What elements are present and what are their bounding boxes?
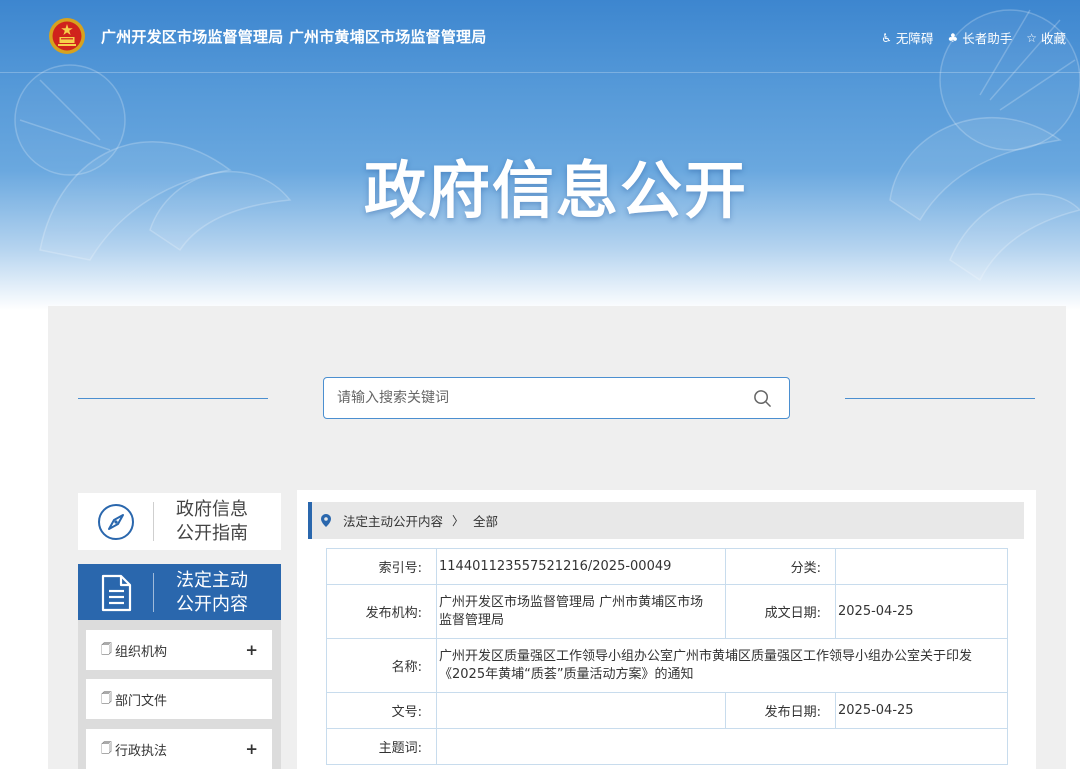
index-value: 114401123557521216/2025-00049 bbox=[436, 548, 726, 585]
accessibility-label: 无障碍 bbox=[895, 31, 934, 46]
page-banner: 广州开发区市场监督管理局 广州市黄埔区市场监督管理局 ♿ 无障碍 ♣ 长者助手 … bbox=[0, 0, 1080, 310]
sidebar-legal-card[interactable]: 法定主动 公开内容 bbox=[78, 564, 281, 621]
breadcrumb-current[interactable]: 全部 bbox=[473, 511, 498, 530]
sidebar-legal-label: 法定主动 公开内容 bbox=[154, 569, 248, 617]
table-row: 文号: 发布日期: 2025-04-25 bbox=[326, 692, 1008, 729]
title-label: 名称: bbox=[326, 638, 437, 693]
top-divider bbox=[0, 72, 1080, 73]
elderly-assistant-label: 长者助手 bbox=[962, 31, 1013, 46]
category-value bbox=[835, 548, 1008, 585]
publisher-label: 发布机构: bbox=[326, 584, 437, 639]
page-icon: 🗍 bbox=[101, 642, 112, 656]
table-row: 名称: 广州开发区质量强区工作领导小组办公室广州市黄埔区质量强区工作领导小组办公… bbox=[326, 638, 1008, 693]
top-bar: 广州开发区市场监督管理局 广州市黄埔区市场监督管理局 ♿ 无障碍 ♣ 长者助手 … bbox=[0, 0, 1080, 72]
doc-number-label: 文号: bbox=[326, 692, 437, 729]
title-value: 广州开发区质量强区工作领导小组办公室广州市黄埔区质量强区工作领导小组办公室关于印… bbox=[436, 638, 1008, 693]
publish-date-label: 发布日期: bbox=[725, 692, 836, 729]
sidebar-legal-label-line2: 公开内容 bbox=[176, 593, 248, 615]
top-links: ♿ 无障碍 ♣ 长者助手 ☆ 收藏 bbox=[881, 28, 1066, 47]
page-icon: 🗍 bbox=[101, 691, 112, 705]
search-divider-right bbox=[845, 398, 1035, 399]
category-label: 分类: bbox=[725, 548, 836, 585]
search-icon[interactable] bbox=[753, 389, 772, 408]
subject-label: 主题词: bbox=[326, 728, 437, 765]
site-name[interactable]: 广州开发区市场监督管理局 广州市黄埔区市场监督管理局 bbox=[101, 26, 486, 47]
expand-icon[interactable]: + bbox=[245, 740, 258, 758]
compass-icon bbox=[98, 503, 134, 540]
sidebar-guide-label: 政府信息 公开指南 bbox=[154, 498, 248, 546]
search-box bbox=[323, 377, 790, 419]
national-emblem-icon bbox=[49, 18, 85, 54]
table-row: 发布机构: 广州开发区市场监督管理局 广州市黄埔区市场监督管理局 成文日期: 2… bbox=[326, 584, 1008, 639]
document-icon bbox=[101, 574, 132, 611]
location-pin-icon bbox=[321, 514, 331, 527]
breadcrumb: 法定主动公开内容 〉 全部 bbox=[308, 502, 1024, 539]
elderly-assistant-link[interactable]: ♣ 长者助手 bbox=[947, 28, 1012, 47]
sidebar-item-enforcement[interactable]: 🗍 行政执法 + bbox=[86, 729, 272, 769]
elderly-assistant-icon: ♣ bbox=[947, 30, 959, 45]
sidebar-item-label: 组织机构 bbox=[115, 644, 168, 660]
publish-date-value: 2025-04-25 bbox=[835, 692, 1008, 729]
sidebar-legal-icon-wrap bbox=[78, 564, 154, 621]
sidebar-legal-label-line1: 法定主动 bbox=[176, 569, 248, 591]
sidebar-item-label: 行政执法 bbox=[115, 743, 168, 759]
doc-number-value bbox=[436, 692, 726, 729]
accessibility-link[interactable]: ♿ 无障碍 bbox=[881, 28, 933, 47]
search-divider-left bbox=[78, 398, 268, 399]
sidebar-guide-icon-wrap bbox=[78, 493, 154, 550]
accessibility-icon: ♿ bbox=[881, 30, 892, 45]
index-label: 索引号: bbox=[326, 548, 437, 585]
page-icon: 🗍 bbox=[101, 741, 112, 755]
table-row: 主题词: bbox=[326, 728, 1008, 765]
sidebar-guide-card[interactable]: 政府信息 公开指南 bbox=[78, 493, 281, 550]
bookmark-label: 收藏 bbox=[1040, 31, 1066, 46]
banner-title: 政府信息公开 bbox=[363, 154, 748, 227]
sidebar-item-dept-docs[interactable]: 🗍 部门文件 bbox=[86, 679, 272, 719]
sidebar-item-label: 部门文件 bbox=[115, 693, 168, 709]
subject-value bbox=[436, 728, 1008, 765]
sidebar-item-org[interactable]: 🗍 组织机构 + bbox=[86, 630, 272, 670]
chevron-right-icon: 〉 bbox=[452, 514, 465, 528]
created-date-value: 2025-04-25 bbox=[835, 584, 1008, 639]
table-row: 索引号: 114401123557521216/2025-00049 分类: bbox=[326, 548, 1008, 585]
document-meta-table: 索引号: 114401123557521216/2025-00049 分类: 发… bbox=[326, 548, 1008, 765]
bookmark-link[interactable]: ☆ 收藏 bbox=[1026, 28, 1066, 47]
star-icon: ☆ bbox=[1026, 30, 1037, 45]
breadcrumb-parent[interactable]: 法定主动公开内容 bbox=[343, 511, 443, 530]
expand-icon[interactable]: + bbox=[245, 641, 258, 659]
sidebar-guide-label-line1: 政府信息 bbox=[176, 498, 248, 520]
search-input[interactable] bbox=[337, 378, 737, 418]
publisher-value: 广州开发区市场监督管理局 广州市黄埔区市场监督管理局 bbox=[436, 584, 726, 639]
sidebar-guide-label-line2: 公开指南 bbox=[176, 522, 248, 544]
created-date-label: 成文日期: bbox=[725, 584, 836, 639]
